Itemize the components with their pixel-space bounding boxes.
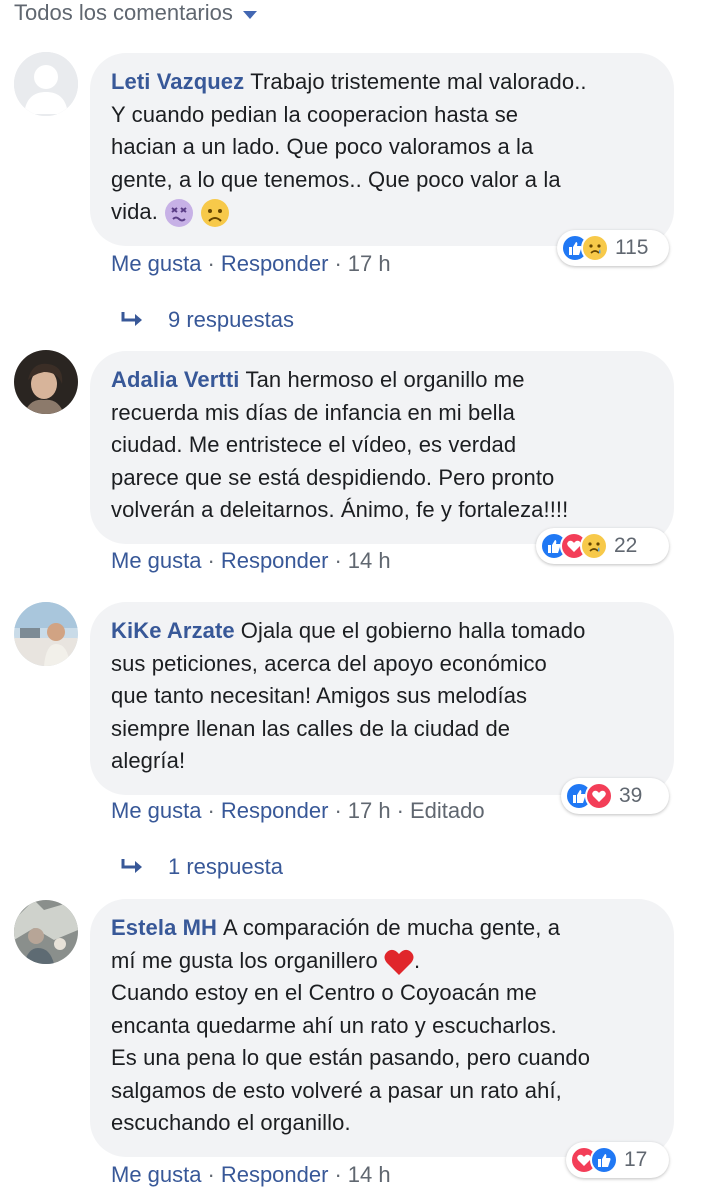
reply-button[interactable]: Responder xyxy=(221,251,329,277)
view-replies-link[interactable]: 9 respuestas xyxy=(120,305,294,335)
comment-author[interactable]: KiKe Arzate xyxy=(111,618,235,643)
avatar[interactable] xyxy=(14,602,78,666)
comment-text-line: escuchando el organillo. xyxy=(111,1110,351,1135)
reaction-count: 39 xyxy=(619,784,643,807)
red-heart-emoji-icon xyxy=(384,949,414,975)
comment-text-line: volverán a deleitarnos. Ánimo, fe y fort… xyxy=(111,497,569,522)
comment-text-line: Trabajo tristemente mal valorado.. xyxy=(250,69,587,94)
comment-timestamp[interactable]: 17 h xyxy=(348,798,391,824)
reaction-count: 115 xyxy=(615,236,649,259)
reply-arrow-icon xyxy=(121,312,142,326)
comment-text-line: hacian a un lado. Que poco valoramos a l… xyxy=(111,134,534,159)
comment-bubble: Leti Vazquez Trabajo tristemente mal valo… xyxy=(90,53,674,246)
comment-actions: Me gusta · Responder · 14 h xyxy=(111,548,391,574)
avatar[interactable] xyxy=(14,350,78,414)
comment-text-line: mí me gusta los organillero xyxy=(111,947,378,973)
user-photo-icon xyxy=(14,602,78,666)
comment-bubble: Adalia Vertti Tan hermoso el organillo me… xyxy=(90,351,674,544)
comment-bubble: Estela MH A comparación de mucha gente, a… xyxy=(90,899,674,1157)
comment-text-line: Tan hermoso el organillo me xyxy=(245,367,525,392)
sad-reaction-icon xyxy=(581,234,609,262)
reaction-count: 22 xyxy=(614,534,638,557)
comment-text-line: recuerda mis días de infancia en mi bell… xyxy=(111,399,515,425)
comment-text-line: Cuando estoy en el Centro o Coyoacán me xyxy=(111,980,537,1005)
user-photo-icon xyxy=(14,350,78,414)
comment-text-line: encanta quedarme ahí un rato y escucharl… xyxy=(111,1012,557,1038)
reply-button[interactable]: Responder xyxy=(221,1162,329,1188)
comment-author[interactable]: Adalia Vertti xyxy=(111,367,239,392)
love-reaction-icon xyxy=(585,782,613,810)
comment-author[interactable]: Estela MH xyxy=(111,915,217,940)
reaction-summary[interactable]: 17 xyxy=(566,1142,669,1178)
frowning-face-emoji-icon xyxy=(201,199,230,228)
comment-timestamp[interactable]: 14 h xyxy=(348,548,391,574)
comment-text-line: gente, a lo que tenemos.. Que poco valor… xyxy=(111,166,561,192)
comment-filter-label: Todos los comentarios xyxy=(14,0,233,25)
replies-count: 9 respuestas xyxy=(168,307,294,332)
comment-text-line: Y cuando pedian la cooperacion hasta se xyxy=(111,101,519,127)
like-button[interactable]: Me gusta xyxy=(111,251,202,277)
comment-text-line: parece que se está despidiendo. Pero pro… xyxy=(111,464,555,490)
like-button[interactable]: Me gusta xyxy=(111,1162,202,1188)
user-photo-icon xyxy=(14,900,78,964)
comment-actions: Me gusta · Responder · 14 h xyxy=(111,1162,391,1188)
comment-text-line: alegría! xyxy=(111,748,186,773)
default-user-icon xyxy=(14,52,78,116)
like-button[interactable]: Me gusta xyxy=(111,798,202,824)
reaction-summary[interactable]: 115 xyxy=(557,230,669,266)
replies-count: 1 respuesta xyxy=(168,854,283,879)
comment-text-line: Es una pena lo que están pasando, pero c… xyxy=(111,1045,591,1070)
comment-text-line: vida. xyxy=(111,199,158,224)
like-button[interactable]: Me gusta xyxy=(111,548,202,574)
comment-text-line: salgamos de esto volveré a pasar un rato… xyxy=(111,1077,562,1103)
comment-actions: Me gusta · Responder · 17 h · Editado xyxy=(111,798,485,824)
comment-filter-dropdown[interactable]: Todos los comentarios xyxy=(14,0,257,26)
dizzy-face-emoji-icon xyxy=(165,199,194,228)
reply-arrow-icon xyxy=(121,859,142,873)
comment-timestamp[interactable]: 14 h xyxy=(348,1162,391,1188)
comment-text-line: ciudad. Me entristece el vídeo, es verda… xyxy=(111,432,517,457)
comment-text-line: que tanto necesitan! Amigos sus melodías xyxy=(111,683,528,708)
reply-button[interactable]: Responder xyxy=(221,548,329,574)
comment-text-line: siempre llenan las calles de la ciudad d… xyxy=(111,715,511,741)
like-reaction-icon xyxy=(590,1146,618,1174)
caret-down-icon xyxy=(242,10,257,19)
sad-reaction-icon xyxy=(580,532,608,560)
reaction-summary[interactable]: 39 xyxy=(561,778,669,814)
comment-actions: Me gusta · Responder · 17 h xyxy=(111,251,391,277)
comment-text-line: Ojala que el gobierno halla tomado xyxy=(240,618,586,643)
comment-text-line: sus peticiones, acerca del apoyo económi… xyxy=(111,650,547,676)
comment-author[interactable]: Leti Vazquez xyxy=(111,69,244,94)
reaction-summary[interactable]: 22 xyxy=(536,528,669,564)
comment-text-suffix: . xyxy=(414,947,421,973)
avatar-default[interactable] xyxy=(14,52,78,116)
reply-button[interactable]: Responder xyxy=(221,798,329,824)
comment-timestamp[interactable]: 17 h xyxy=(348,251,391,277)
edited-label: Editado xyxy=(409,798,485,823)
avatar[interactable] xyxy=(14,900,78,964)
reaction-count: 17 xyxy=(624,1148,648,1171)
view-replies-link[interactable]: 1 respuesta xyxy=(120,852,283,882)
comment-bubble: KiKe Arzate Ojala que el gobierno halla t… xyxy=(90,602,674,795)
comment-text-line: A comparación de mucha gente, a xyxy=(223,915,561,940)
